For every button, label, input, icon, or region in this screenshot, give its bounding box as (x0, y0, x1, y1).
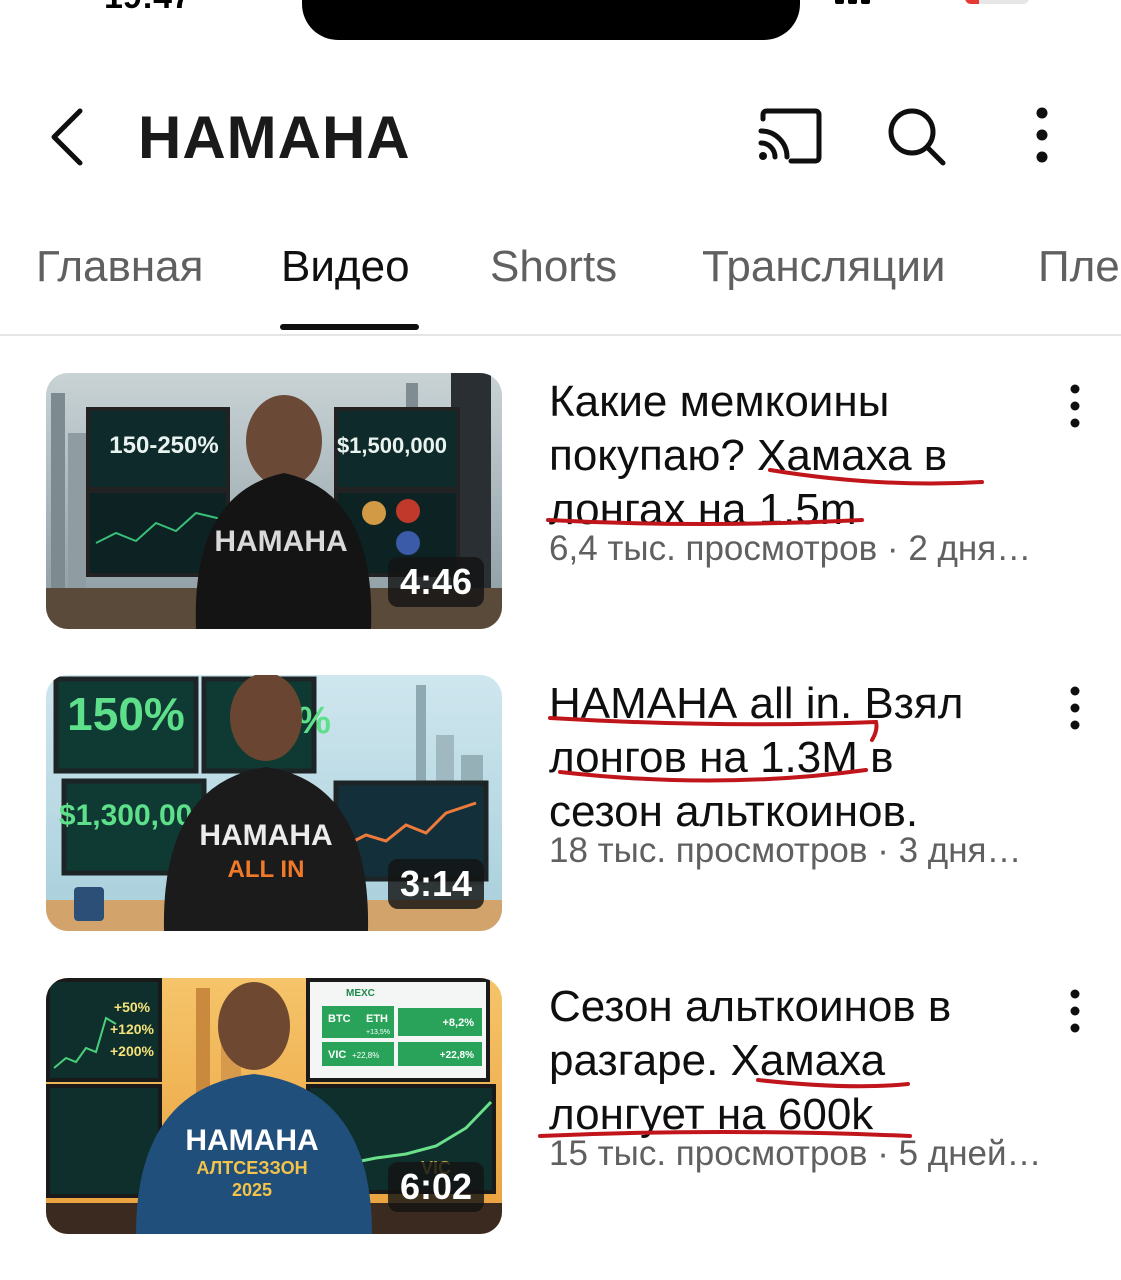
video-thumbnail[interactable]: +50% +120% +200% MEXC BTC ETH +13,5% +8,… (46, 978, 502, 1234)
back-icon[interactable] (40, 105, 100, 169)
thumb-text: 2025 (232, 1180, 272, 1200)
video-meta: 6,4 тыс. просмотров · 2 дня… (549, 529, 1032, 568)
thumb-text: 150-250% (109, 432, 218, 459)
thumb-text: ALL IN (228, 856, 305, 883)
thumb-text: BTC (328, 1013, 351, 1025)
video-more-icon[interactable] (1062, 683, 1088, 733)
tab-shorts[interactable]: Shorts (490, 242, 617, 292)
thumb-text: +13,5% (366, 1029, 390, 1036)
thumb-text: +8,2% (443, 1017, 475, 1029)
thumb-text: % (297, 700, 331, 742)
thumb-text: +120% (110, 1021, 155, 1037)
thumb-text: ETH (366, 1013, 388, 1025)
thumb-text: +22,8% (440, 1050, 474, 1061)
thumb-text: 150% (67, 688, 185, 740)
thumb-text: +50% (114, 999, 151, 1015)
dynamic-island (302, 0, 800, 40)
tab-playlists[interactable]: Пле (1038, 242, 1120, 292)
thumb-text: HAMAHA (199, 819, 332, 852)
video-more-icon[interactable] (1062, 986, 1088, 1036)
video-duration: 3:14 (387, 859, 484, 909)
tab-home[interactable]: Главная (36, 242, 203, 292)
tab-videos[interactable]: Видео (281, 242, 410, 292)
channel-header: НАМАНА (0, 85, 1121, 195)
thumb-text: MEXC (346, 988, 375, 999)
video-meta: 15 тыс. просмотров · 5 дней… (549, 1134, 1042, 1173)
thumb-text: АЛТСЕЗЗОН (196, 1158, 307, 1178)
thumb-text: VIC (328, 1049, 346, 1061)
signal-icon (835, 0, 887, 4)
tab-live[interactable]: Трансляции (702, 242, 946, 292)
status-time: 19:47 (104, 0, 191, 17)
thumb-text: HAMAHA (185, 1124, 318, 1157)
thumb-text: $1,500,000 (337, 433, 447, 458)
video-item[interactable]: 150% % $1,300,000 HAMAHA ALL IN 3:14 НАМ… (0, 675, 1121, 933)
thumb-text: HAMAHA (214, 525, 347, 558)
cast-icon[interactable] (755, 107, 823, 165)
video-item[interactable]: +50% +120% +200% MEXC BTC ETH +13,5% +8,… (0, 978, 1121, 1236)
video-item[interactable]: 150-250% $1,500,000 HAMAHA 4:46 Какие ме… (0, 373, 1121, 631)
thumb-text: +22,8% (352, 1051, 379, 1060)
video-more-icon[interactable] (1062, 381, 1088, 431)
battery-icon (965, 0, 1029, 4)
video-duration: 4:46 (387, 557, 484, 607)
video-duration: 6:02 (387, 1162, 484, 1212)
video-thumbnail[interactable]: 150% % $1,300,000 HAMAHA ALL IN 3:14 (46, 675, 502, 931)
video-title[interactable]: Сезон альткоинов в разгаре. Хамаха лонгу… (549, 980, 1019, 1142)
search-icon[interactable] (885, 105, 949, 169)
video-meta: 18 тыс. просмотров · 3 дня… (549, 831, 1022, 870)
thumb-text: +200% (110, 1043, 155, 1059)
active-tab-indicator (280, 324, 419, 330)
more-vert-icon[interactable] (1022, 105, 1062, 169)
channel-title: НАМАНА (138, 104, 411, 171)
video-title[interactable]: НАМАНА all in. Взял лонгов на 1.3M в сез… (549, 677, 1019, 839)
channel-tabs: Главная Видео Shorts Трансляции Пле (0, 230, 1121, 336)
status-indicators (835, 0, 1035, 6)
video-title[interactable]: Какие мемкоины покупаю? Хамаха в лонгах … (549, 375, 1019, 537)
status-bar: 19:47 (0, 0, 1121, 50)
video-thumbnail[interactable]: 150-250% $1,500,000 HAMAHA 4:46 (46, 373, 502, 629)
